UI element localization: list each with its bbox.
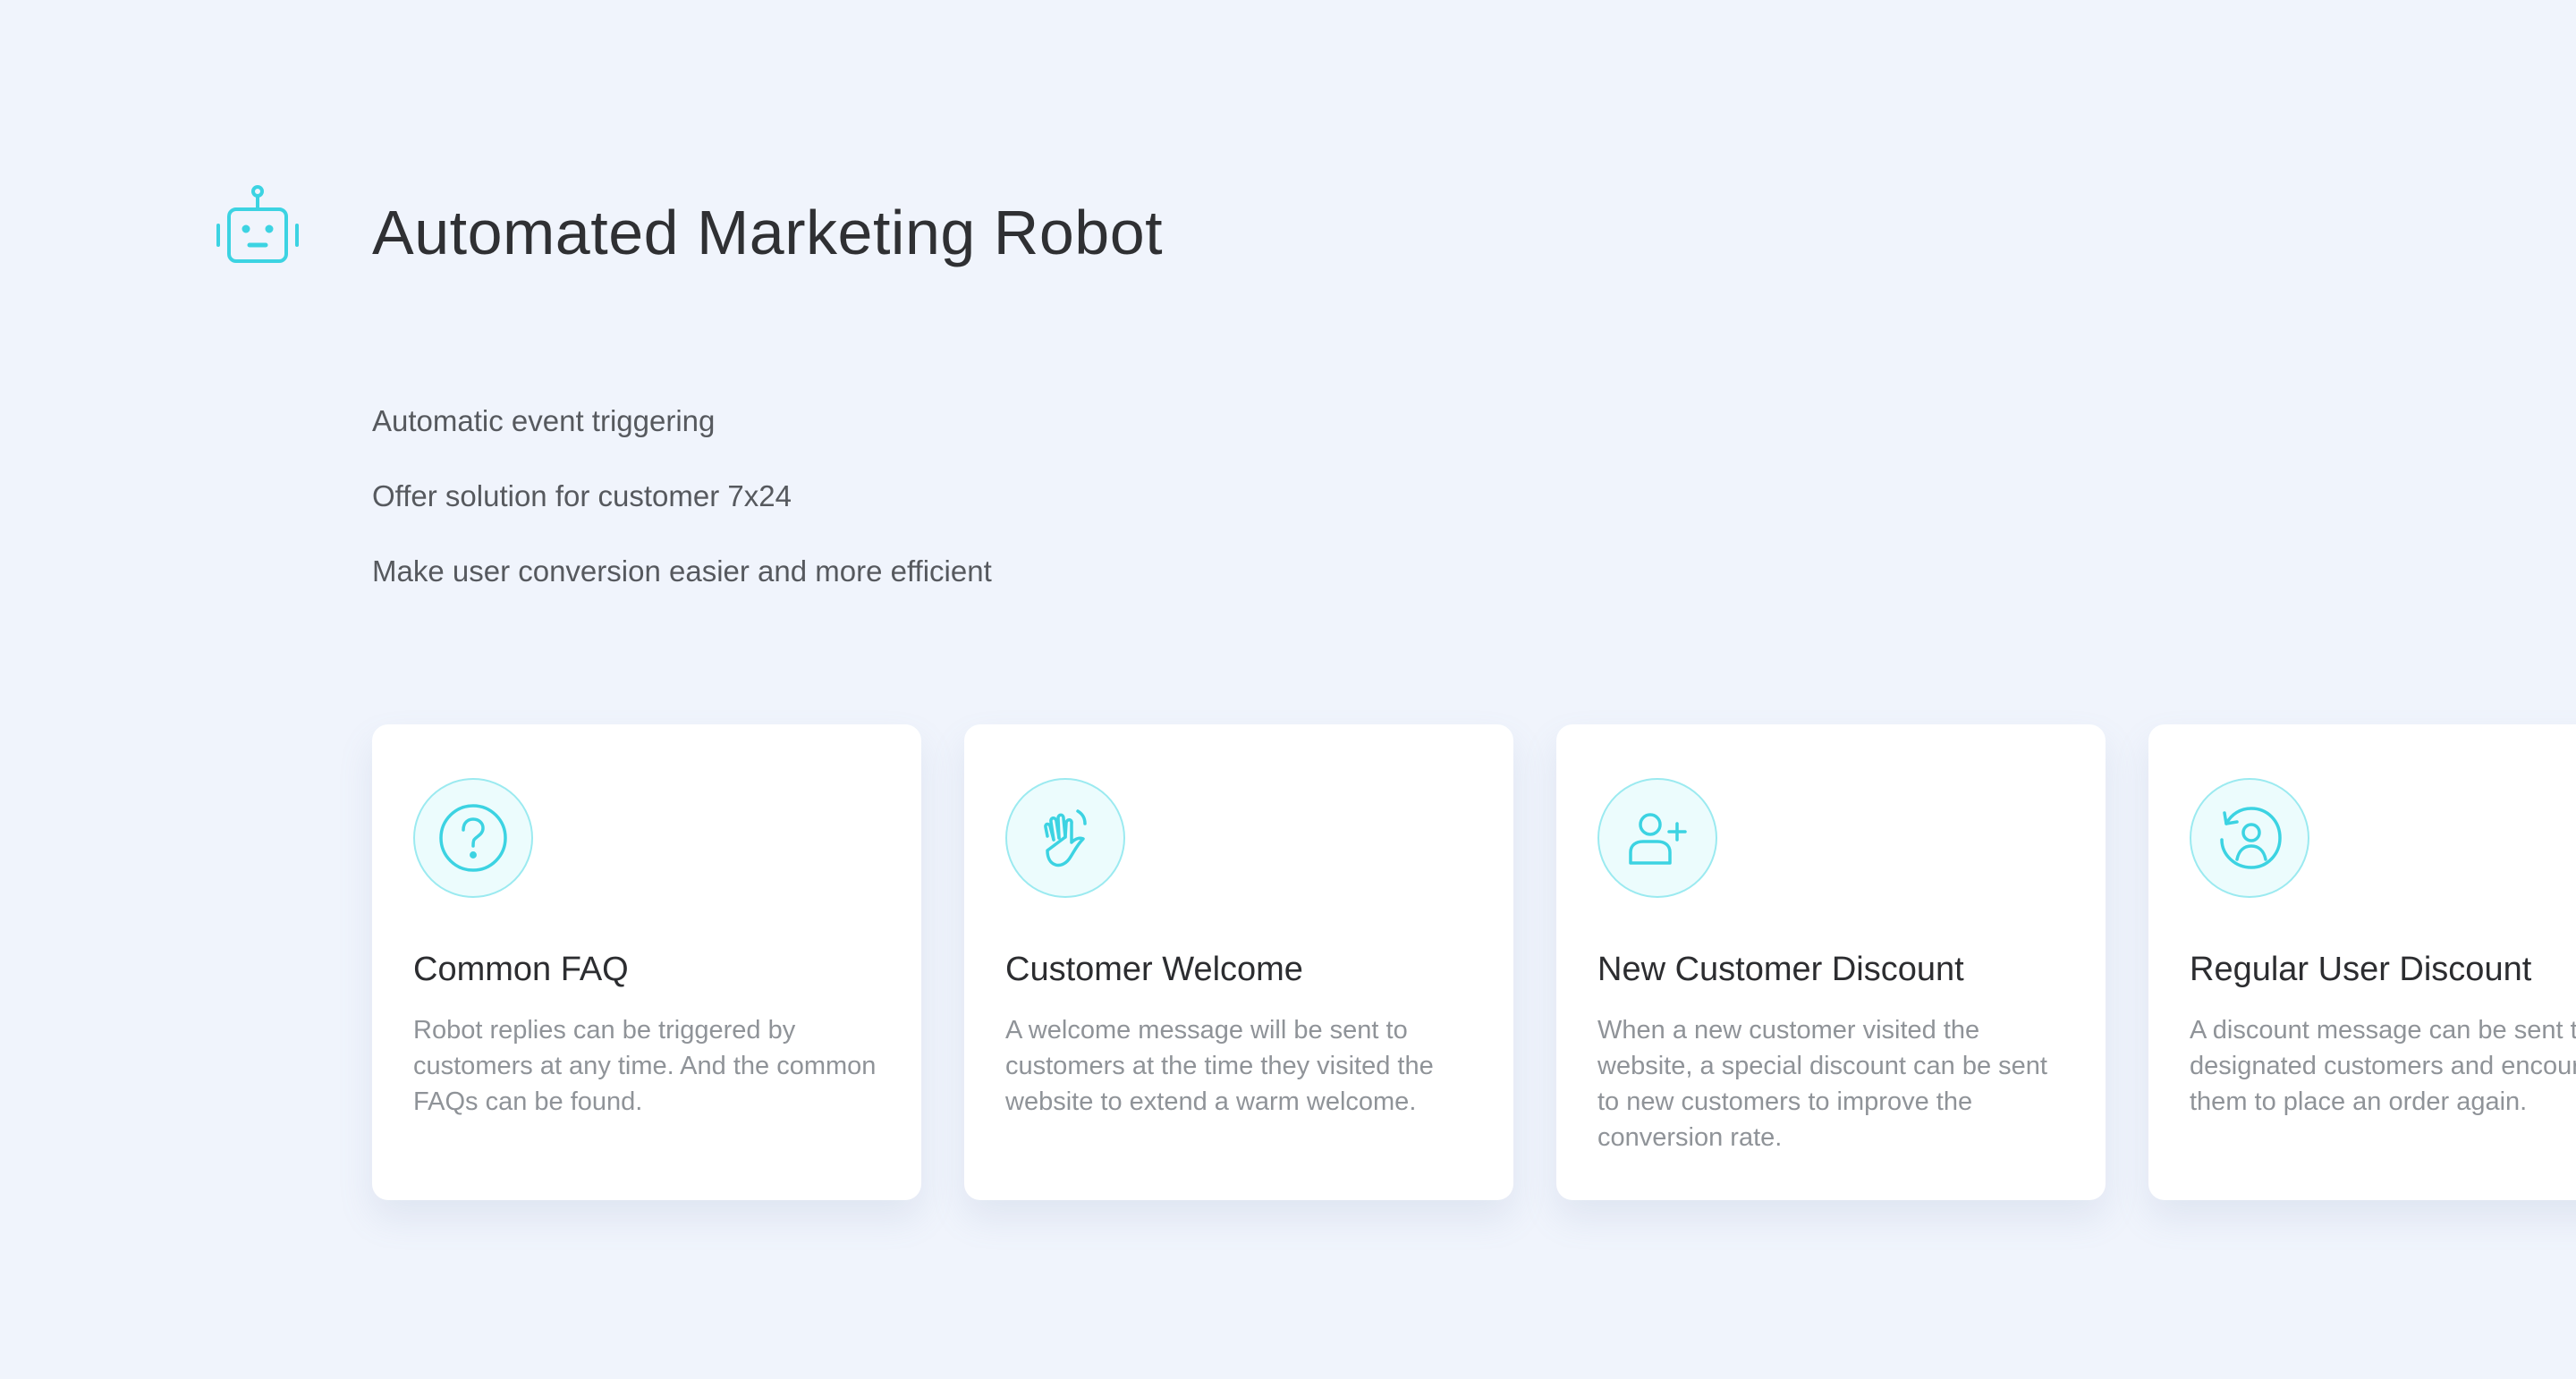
- card-title: Regular User Discount: [2190, 951, 2532, 988]
- card-regular-user-discount: Regular User Discount A discount message…: [2148, 724, 2576, 1200]
- card-common-faq: Common FAQ Robot replies can be triggere…: [372, 724, 921, 1200]
- card-description: A discount message can be sent to design…: [2190, 1016, 2576, 1116]
- question-circle-icon: [413, 778, 533, 898]
- card-title: Customer Welcome: [1005, 951, 1303, 988]
- feature-item: Offer solution for customer 7x24: [372, 479, 792, 512]
- robot-icon: [216, 185, 299, 263]
- page-title: Automated Marketing Robot: [372, 198, 1164, 267]
- feature-cards: Common FAQ Robot replies can be triggere…: [372, 724, 2576, 1200]
- page: Automated Marketing Robot Automatic even…: [0, 0, 2576, 1379]
- card-description: Robot replies can be triggered by custom…: [413, 1016, 877, 1116]
- waving-hand-icon: [1005, 778, 1125, 898]
- card-title: Common FAQ: [413, 951, 629, 988]
- card-title: New Customer Discount: [1597, 951, 1964, 988]
- card-customer-welcome: Customer Welcome A welcome message will …: [964, 724, 1513, 1200]
- card-description: When a new customer visited the website,…: [1597, 1016, 2047, 1152]
- feature-list: Automatic event triggering Offer solutio…: [372, 399, 992, 624]
- card-new-customer-discount: New Customer Discount When a new custome…: [1556, 724, 2106, 1200]
- card-description: A welcome message will be sent to custom…: [1005, 1016, 1434, 1116]
- feature-item: Automatic event triggering: [372, 404, 716, 437]
- returning-user-icon: [2190, 778, 2309, 898]
- add-user-icon: [1597, 778, 1717, 898]
- feature-item: Make user conversion easier and more eff…: [372, 554, 992, 588]
